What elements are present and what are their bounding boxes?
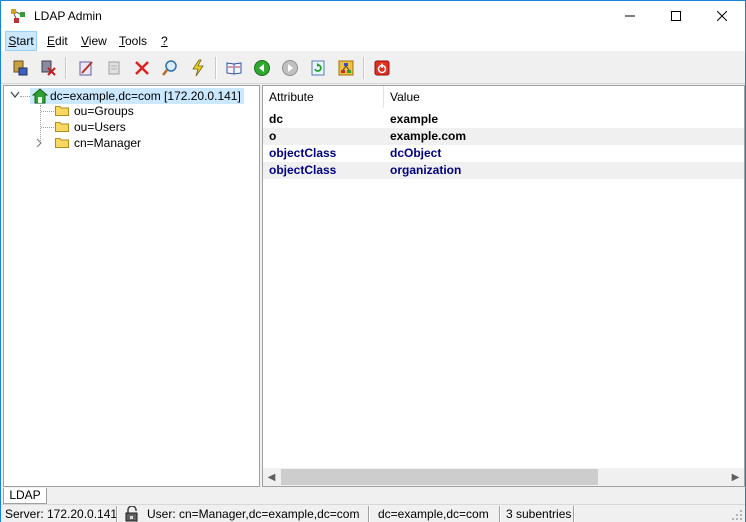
title-bar: LDAP Admin bbox=[1, 1, 745, 31]
scroll-right-icon[interactable]: ▶ bbox=[727, 468, 744, 486]
connect-icon bbox=[13, 60, 28, 76]
menu-help[interactable]: ? bbox=[161, 31, 168, 51]
tree-connector bbox=[20, 96, 30, 97]
column-header-value[interactable]: Value bbox=[384, 86, 744, 108]
exit-button[interactable] bbox=[372, 58, 392, 78]
scrollbar-thumb[interactable] bbox=[281, 469, 598, 485]
toolbar-separator bbox=[215, 57, 217, 79]
attribute-list[interactable]: Attribute Value dc example o example.com… bbox=[262, 85, 745, 487]
edit-button[interactable] bbox=[76, 58, 96, 78]
lightning-icon bbox=[192, 59, 204, 77]
lightning-button[interactable] bbox=[188, 58, 208, 78]
status-separator bbox=[116, 506, 118, 522]
tab-ldap[interactable]: LDAP bbox=[3, 488, 47, 504]
attribute-row[interactable]: objectClass organization bbox=[263, 162, 744, 179]
attribute-name: objectClass bbox=[269, 163, 337, 177]
forward-button[interactable] bbox=[280, 58, 300, 78]
tree-icon bbox=[338, 60, 354, 76]
toolbar bbox=[1, 52, 745, 84]
tree-node-label: ou=Groups bbox=[74, 104, 134, 118]
chevron-down-icon[interactable] bbox=[10, 91, 20, 99]
menu-view[interactable]: View bbox=[81, 31, 107, 51]
maximize-icon bbox=[671, 11, 681, 21]
toolbar-separator bbox=[65, 57, 67, 79]
status-separator bbox=[499, 506, 501, 522]
column-header-attribute[interactable]: Attribute bbox=[263, 86, 384, 108]
tree-node-label: cn=Manager bbox=[74, 136, 142, 150]
schema-button[interactable] bbox=[224, 58, 244, 78]
delete-button[interactable] bbox=[132, 58, 152, 78]
directory-tree[interactable]: dc=example,dc=com [172.20.0.141] ou=Grou… bbox=[3, 85, 260, 487]
attribute-name: objectClass bbox=[269, 146, 337, 160]
status-dn: dc=example,dc=com bbox=[378, 507, 489, 521]
properties-button[interactable] bbox=[104, 58, 124, 78]
tree-root-label: dc=example,dc=com [172.20.0.141] bbox=[50, 89, 241, 103]
menu-bar: Start Edit View Tools ? bbox=[1, 31, 745, 51]
attribute-name: dc bbox=[269, 112, 284, 126]
window-title: LDAP Admin bbox=[34, 9, 102, 23]
refresh-button[interactable] bbox=[308, 58, 328, 78]
attribute-value: organization bbox=[390, 163, 462, 177]
resize-grip-icon[interactable] bbox=[731, 509, 743, 521]
properties-icon bbox=[108, 61, 120, 75]
back-icon bbox=[254, 60, 270, 76]
toolbar-separator bbox=[363, 57, 365, 79]
menu-edit[interactable]: Edit bbox=[47, 31, 68, 51]
menu-tools[interactable]: Tools bbox=[119, 31, 147, 51]
exit-icon bbox=[374, 60, 390, 76]
lock-icon bbox=[125, 506, 138, 522]
status-count: 3 subentries bbox=[506, 507, 572, 521]
chevron-right-icon[interactable] bbox=[35, 138, 43, 148]
minimize-button[interactable] bbox=[607, 1, 653, 31]
connect-button[interactable] bbox=[10, 58, 30, 78]
disconnect-icon bbox=[41, 60, 56, 76]
delete-icon bbox=[135, 61, 149, 75]
menu-start[interactable]: Start bbox=[5, 31, 37, 51]
attribute-row[interactable]: dc example bbox=[263, 111, 744, 128]
search-icon bbox=[162, 60, 177, 76]
scroll-left-icon[interactable]: ◀ bbox=[263, 468, 280, 486]
attribute-value: dcObject bbox=[390, 146, 442, 160]
attribute-header: Attribute Value bbox=[263, 86, 744, 108]
app-window: LDAP Admin Start Edit View Tools ? dc=ex… bbox=[0, 0, 746, 522]
attribute-row[interactable]: o example.com bbox=[263, 128, 744, 145]
disconnect-button[interactable] bbox=[38, 58, 58, 78]
folder-icon bbox=[55, 122, 69, 132]
status-separator bbox=[573, 506, 575, 522]
horizontal-scrollbar[interactable]: ◀ ▶ bbox=[263, 468, 744, 486]
minimize-icon bbox=[625, 15, 635, 17]
tree-connector bbox=[41, 111, 54, 112]
app-icon bbox=[11, 9, 25, 23]
forward-icon bbox=[282, 60, 298, 76]
close-button[interactable] bbox=[699, 1, 745, 31]
refresh-icon bbox=[311, 60, 325, 76]
folder-icon bbox=[55, 138, 69, 148]
server-home-icon bbox=[32, 88, 48, 104]
tree-button[interactable] bbox=[336, 58, 356, 78]
attribute-row[interactable]: objectClass dcObject bbox=[263, 145, 744, 162]
search-button[interactable] bbox=[160, 58, 180, 78]
status-bar: Server: 172.20.0.141 User: cn=Manager,dc… bbox=[1, 504, 745, 522]
status-separator bbox=[368, 506, 370, 522]
attribute-name: o bbox=[269, 129, 277, 143]
tab-strip: LDAP bbox=[1, 488, 745, 504]
folder-icon bbox=[55, 106, 69, 116]
status-server: Server: 172.20.0.141 bbox=[5, 507, 118, 521]
edit-icon bbox=[79, 61, 93, 76]
back-button[interactable] bbox=[252, 58, 272, 78]
tree-root-node[interactable]: dc=example,dc=com [172.20.0.141] bbox=[30, 88, 244, 104]
attribute-value: example bbox=[390, 112, 439, 126]
attribute-value: example.com bbox=[390, 129, 467, 143]
tree-node-label: ou=Users bbox=[74, 120, 126, 134]
status-user: User: cn=Manager,dc=example,dc=com bbox=[147, 507, 360, 521]
tree-connector bbox=[41, 127, 54, 128]
close-icon bbox=[717, 11, 727, 21]
maximize-button[interactable] bbox=[653, 1, 699, 31]
schema-book-icon bbox=[226, 62, 242, 75]
